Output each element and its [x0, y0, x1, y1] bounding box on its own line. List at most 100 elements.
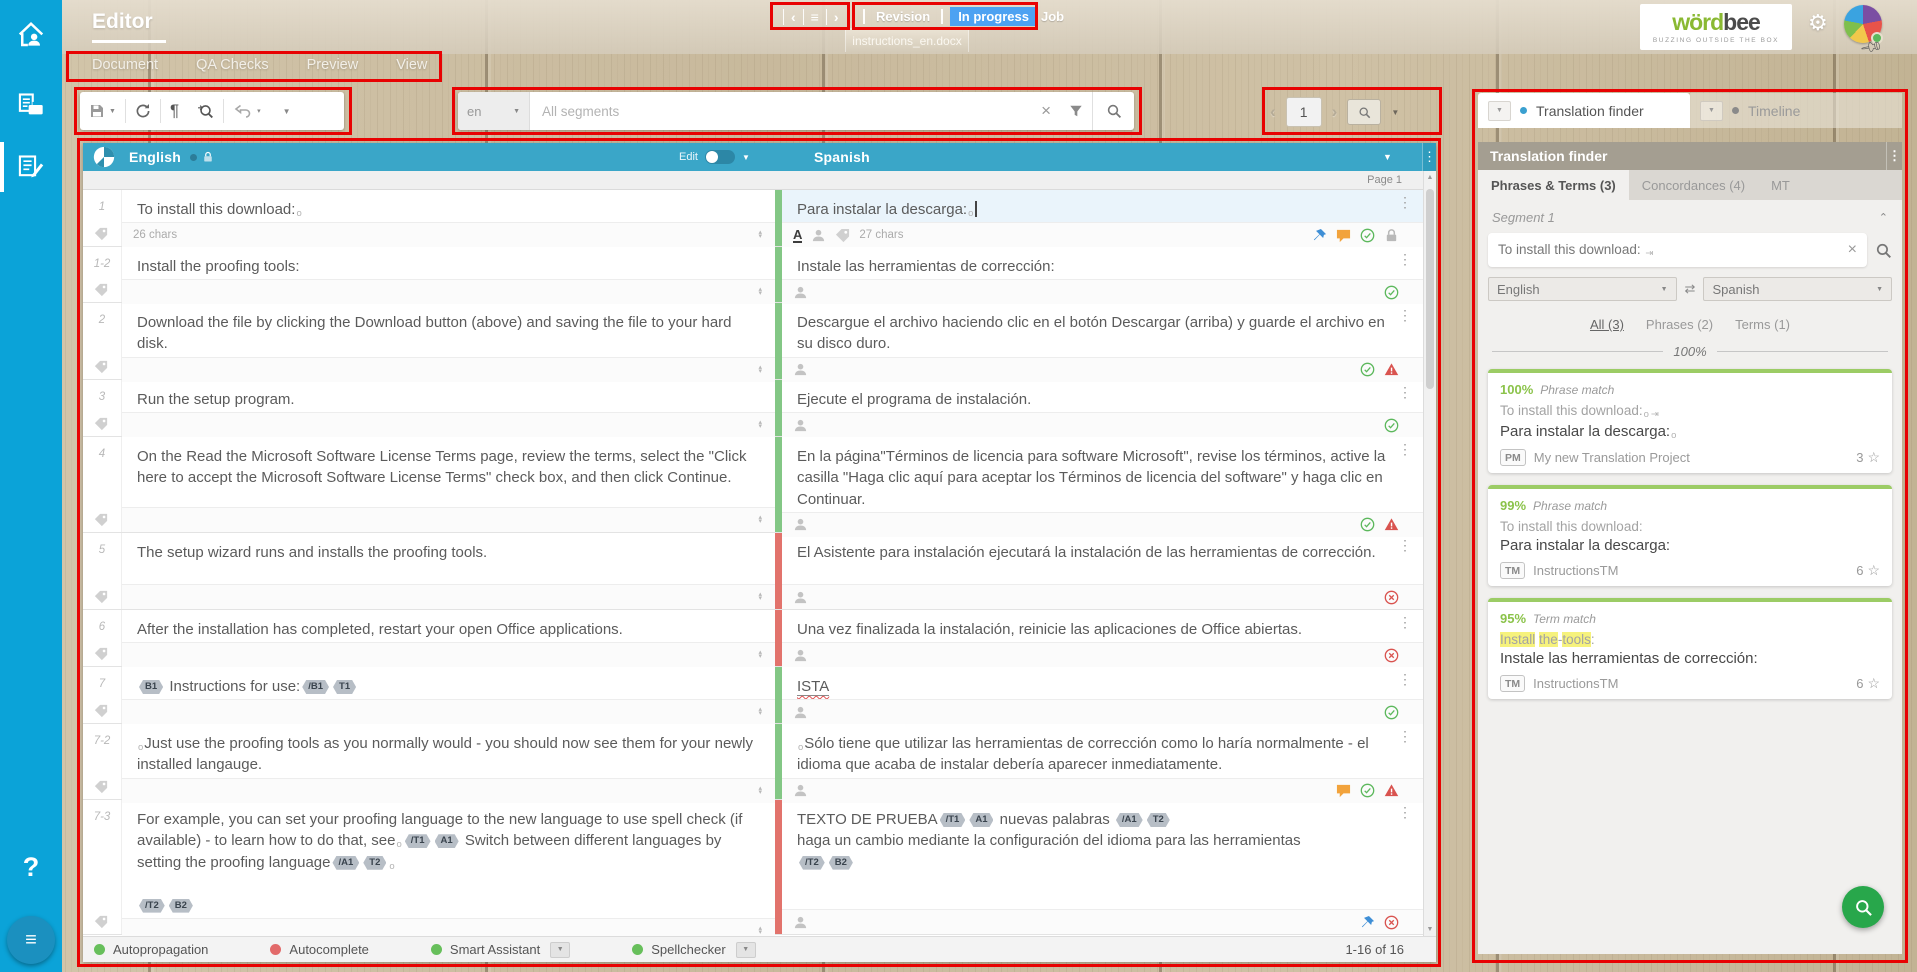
match-card[interactable]: 99%Phrase match To install this download…	[1488, 485, 1892, 586]
resize-handle[interactable]: ▴▾	[758, 366, 764, 374]
person-icon[interactable]	[793, 915, 808, 930]
row-menu-icon[interactable]: ⋮	[1398, 673, 1412, 685]
job-badge[interactable]: Job	[1037, 7, 1068, 26]
search-language-select[interactable]: en▼	[458, 92, 530, 130]
resize-handle[interactable]: ▴▾	[758, 708, 764, 716]
target-cell[interactable]: ⋮ Ejecute el programa de instalación.	[782, 380, 1436, 436]
person-icon[interactable]	[793, 362, 808, 377]
chevron-down-icon[interactable]: ▼	[1700, 101, 1723, 121]
target-cell[interactable]: ⋮ TEXTO DE PRUEBA/T1A1 nuevas palabras /…	[782, 800, 1436, 934]
source-cell[interactable]: Install the proofing tools: ▴▾	[122, 247, 775, 302]
match-target[interactable]: Para instalar la descarga:	[1500, 537, 1880, 554]
source-text[interactable]: Install the proofing tools:	[122, 247, 775, 279]
prev-arrow-icon[interactable]: ‹	[791, 9, 796, 25]
row-menu-icon[interactable]: ⋮	[1398, 309, 1412, 321]
source-text[interactable]: For example, you can set your proofing l…	[122, 800, 775, 918]
target-cell[interactable]: ⋮ Para instalar la descarga:o A27 chars	[782, 190, 1436, 246]
warn-icon[interactable]	[1384, 517, 1399, 532]
source-language-select[interactable]: English▼	[1488, 277, 1677, 301]
tab-view[interactable]: View	[396, 57, 427, 73]
text-style-icon[interactable]: A	[793, 228, 802, 243]
tag-icon[interactable]	[94, 360, 108, 374]
comment-icon[interactable]	[1336, 228, 1351, 243]
source-text[interactable]: To install this download:o	[122, 190, 775, 222]
edit-toggle[interactable]	[705, 150, 735, 164]
star-icon[interactable]: ☆	[1867, 449, 1880, 466]
target-text[interactable]: oSólo tiene que utilizar las herramienta…	[782, 724, 1436, 778]
source-cell[interactable]: On the Read the Microsoft Software Licen…	[122, 437, 775, 532]
source-cell[interactable]: To install this download:o 26 chars ▴▾	[122, 190, 775, 246]
resize-handle[interactable]: ▴▾	[758, 927, 764, 935]
resize-handle[interactable]: ▴▾	[758, 593, 764, 601]
tag-icon[interactable]	[94, 780, 108, 794]
search-button[interactable]	[1092, 92, 1134, 130]
row-menu-icon[interactable]: ⋮	[1398, 730, 1412, 742]
source-cell[interactable]: The setup wizard runs and installs the p…	[122, 533, 775, 609]
scroll-down-icon[interactable]: ▼	[1424, 926, 1436, 933]
target-cell[interactable]: ⋮ oSólo tiene que utilizar las herramien…	[782, 724, 1436, 799]
target-text[interactable]: TEXTO DE PRUEBA/T1A1 nuevas palabras /A1…	[782, 800, 1436, 909]
match-target[interactable]: Instale las herramientas de corrección:	[1500, 650, 1880, 667]
sidebar-item-editor[interactable]	[0, 144, 62, 190]
resize-handle[interactable]: ▴▾	[758, 516, 764, 524]
check-icon[interactable]	[1360, 362, 1375, 377]
row-menu-icon[interactable]: ⋮	[1398, 806, 1412, 818]
source-text[interactable]: oJust use the proofing tools as you norm…	[122, 724, 775, 778]
match-target[interactable]: Para instalar la descarga:o	[1500, 423, 1880, 441]
clear-icon[interactable]: ×	[1848, 241, 1857, 259]
formatting-marks-button[interactable]: ¶	[161, 92, 188, 130]
list-icon[interactable]: ≡	[811, 9, 819, 25]
save-button[interactable]: ▼	[80, 92, 125, 130]
source-text[interactable]: The setup wizard runs and installs the p…	[122, 533, 775, 584]
pin-icon[interactable]	[1360, 915, 1375, 930]
more-actions-button[interactable]: ▼	[270, 92, 300, 130]
filter-icon[interactable]	[1060, 104, 1092, 118]
target-language-select[interactable]: Spanish▼	[1703, 277, 1892, 301]
source-column-header[interactable]: English	[129, 149, 181, 165]
find-replace-button[interactable]	[188, 92, 223, 130]
check-icon[interactable]	[1384, 705, 1399, 720]
target-cell[interactable]: ⋮ Una vez finalizada la instalación, rei…	[782, 610, 1436, 666]
save-dropdown-icon[interactable]: ▼	[109, 108, 116, 115]
page-number-input[interactable]: 1	[1286, 97, 1322, 127]
row-menu-icon[interactable]: ⋮	[1398, 386, 1412, 398]
target-column-header[interactable]: Spanish	[814, 149, 870, 165]
avatar[interactable]	[1844, 5, 1882, 43]
tab-preview[interactable]: Preview	[307, 57, 359, 73]
search-icon[interactable]	[1875, 242, 1892, 259]
tab-concordances[interactable]: Concordances (4)	[1629, 170, 1758, 200]
row-menu-icon[interactable]: ⋮	[1398, 616, 1412, 628]
tag-icon[interactable]	[94, 417, 108, 431]
person-icon[interactable]	[793, 418, 808, 433]
pie-chart-icon[interactable]	[93, 146, 115, 168]
revision-badge[interactable]: Revision	[872, 7, 934, 26]
check-icon[interactable]	[1360, 517, 1375, 532]
source-cell[interactable]: B1 Instructions for use:/B1T1 ▴▾	[122, 667, 775, 723]
match-card[interactable]: 100%Phrase match To install this downloa…	[1488, 369, 1892, 473]
star-icon[interactable]: ☆	[1867, 675, 1880, 692]
target-text[interactable]: Descargue el archivo haciendo clic en el…	[782, 303, 1436, 357]
refresh-button[interactable]	[126, 92, 160, 130]
target-text[interactable]: Ejecute el programa de instalación.	[782, 380, 1436, 412]
xcircle-icon[interactable]	[1384, 590, 1399, 605]
source-text[interactable]: B1 Instructions for use:/B1T1	[122, 667, 775, 699]
source-cell[interactable]: Download the file by clicking the Downlo…	[122, 303, 775, 379]
menu-fab[interactable]: ≡	[7, 916, 55, 964]
target-text[interactable]: Para instalar la descarga:o	[782, 190, 1436, 222]
tag-icon[interactable]	[94, 227, 108, 241]
document-tab[interactable]: instructions_en.docx	[845, 28, 969, 52]
gear-icon[interactable]: ⚙	[1808, 10, 1828, 36]
next-arrow-icon[interactable]: ›	[834, 9, 839, 25]
help-button[interactable]: ?	[0, 852, 62, 883]
target-column-dropdown-icon[interactable]: ▼	[1383, 152, 1392, 162]
column-menu-icon[interactable]: ⋮	[1422, 143, 1436, 171]
comment-icon[interactable]	[1336, 783, 1351, 798]
source-cell[interactable]: After the installation has completed, re…	[122, 610, 775, 666]
row-menu-icon[interactable]: ⋮	[1398, 443, 1412, 455]
check-icon[interactable]	[1384, 418, 1399, 433]
target-cell[interactable]: ⋮ Descargue el archivo haciendo clic en …	[782, 303, 1436, 379]
source-text[interactable]: After the installation has completed, re…	[122, 610, 775, 642]
spellchecker-dropdown[interactable]: ▼	[736, 942, 756, 958]
clear-search-icon[interactable]: ×	[1032, 101, 1060, 121]
resize-handle[interactable]: ▴▾	[758, 421, 764, 429]
